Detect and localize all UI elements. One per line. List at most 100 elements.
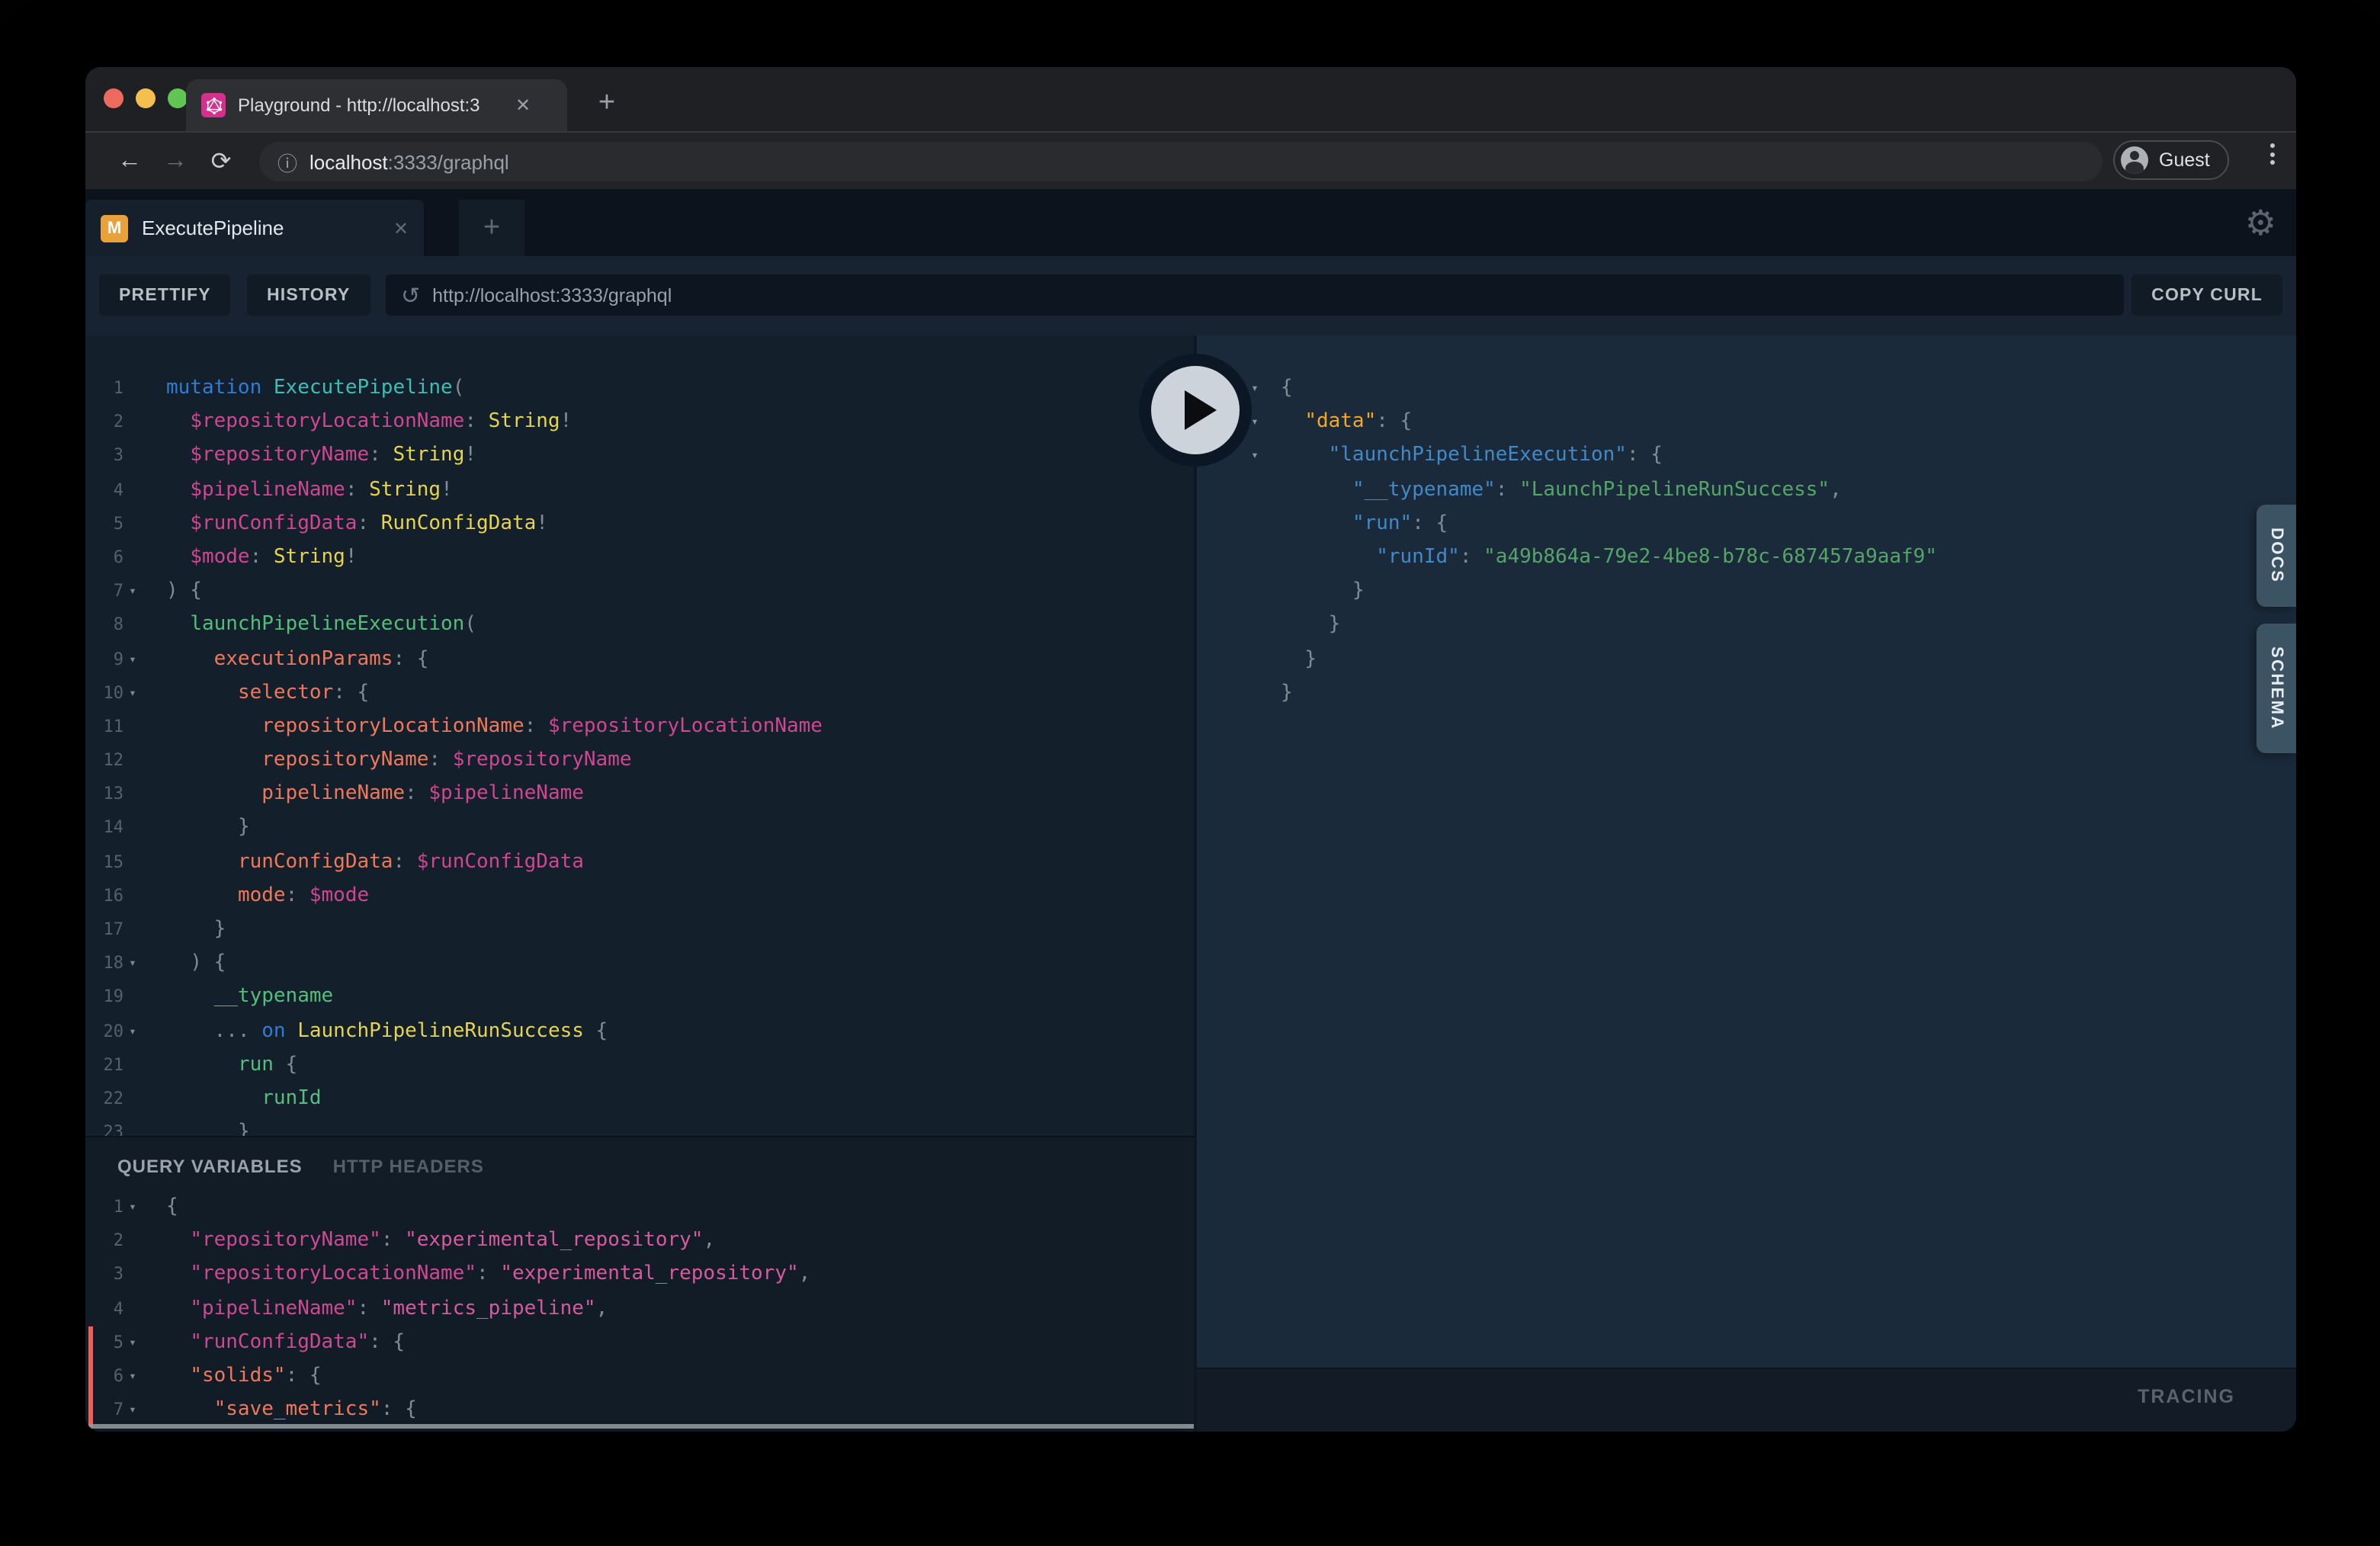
new-playground-tab-button[interactable]: +: [459, 200, 524, 256]
fold-arrow-icon[interactable]: ▾: [123, 1360, 142, 1394]
code-line[interactable]: 1▾{: [85, 1191, 1197, 1224]
code-line[interactable]: 5 $runConfigData: RunConfigData!: [85, 508, 1197, 541]
code-line[interactable]: }: [1197, 609, 2296, 643]
traffic-light-close[interactable]: [104, 88, 123, 108]
code-line[interactable]: 2 "repositoryName": "experimental_reposi…: [85, 1224, 1197, 1258]
code-line[interactable]: ▾{: [1197, 372, 2296, 406]
traffic-light-minimize[interactable]: [136, 88, 156, 108]
code-line[interactable]: 22 runId: [85, 1083, 1197, 1116]
browser-tab-playground[interactable]: Playground - http://localhost:3 ✕: [186, 79, 567, 131]
code-text: "solids": {: [166, 1360, 322, 1394]
code-text: $pipelineName: String!: [166, 473, 453, 507]
fold-arrow-icon[interactable]: ▾: [123, 1326, 142, 1360]
horizontal-scrollbar[interactable]: [88, 1424, 1226, 1429]
code-text: }: [1281, 676, 1293, 710]
back-icon[interactable]: ←: [107, 147, 152, 175]
code-line[interactable]: 9▾ executionParams: {: [85, 643, 1197, 676]
code-line[interactable]: "runId": "a49b864a-79e2-4be8-b78c-687457…: [1197, 541, 2296, 575]
line-number: 8: [93, 609, 123, 643]
code-line[interactable]: 3 "repositoryLocationName": "experimenta…: [85, 1259, 1197, 1292]
code-line[interactable]: 20▾ ... on LaunchPipelineRunSuccess {: [85, 1015, 1197, 1048]
code-line[interactable]: 18▾ ) {: [85, 947, 1197, 980]
execute-query-button[interactable]: [1139, 354, 1252, 467]
code-line[interactable]: 15 runConfigData: $runConfigData: [85, 845, 1197, 879]
code-line[interactable]: 7▾) {: [85, 575, 1197, 608]
browser-tab-close-icon[interactable]: ✕: [515, 95, 531, 116]
code-line[interactable]: }: [1197, 643, 2296, 676]
code-line[interactable]: "run": {: [1197, 508, 2296, 541]
tab-close-icon[interactable]: ✕: [393, 217, 409, 239]
settings-gear-icon[interactable]: ⚙: [2245, 203, 2276, 242]
query-editor[interactable]: 1mutation ExecutePipeline(2 $repositoryL…: [85, 335, 1197, 1136]
tab-execute-pipeline[interactable]: M ExecutePipeline ✕: [85, 200, 424, 256]
code-line[interactable]: 17 }: [85, 913, 1197, 947]
copy-curl-button[interactable]: COPY CURL: [2131, 274, 2282, 316]
address-bar[interactable]: ⓘ localhost:3333/graphql: [259, 142, 2103, 181]
code-text: pipelineName: $pipelineName: [166, 778, 584, 812]
tracing-label[interactable]: TRACING: [2138, 1386, 2235, 1407]
code-line[interactable]: 13 pipelineName: $pipelineName: [85, 778, 1197, 812]
code-line[interactable]: 4 "pipelineName": "metrics_pipeline",: [85, 1292, 1197, 1326]
fold-spacer: [1246, 643, 1264, 676]
code-line[interactable]: 3 $repositoryName: String!: [85, 440, 1197, 473]
code-line[interactable]: 10▾ selector: {: [85, 676, 1197, 710]
reset-endpoint-icon[interactable]: ↺: [401, 281, 420, 309]
line-number: 14: [93, 812, 123, 845]
code-line[interactable]: 6 $mode: String!: [85, 541, 1197, 575]
code-line[interactable]: "__typename": "LaunchPipelineRunSuccess"…: [1197, 473, 2296, 507]
code-line[interactable]: 1mutation ExecutePipeline(: [85, 372, 1197, 406]
fold-arrow-icon[interactable]: ▾: [123, 575, 142, 608]
profile-button[interactable]: Guest: [2113, 140, 2230, 180]
code-line[interactable]: 7▾ "save_metrics": {: [85, 1394, 1197, 1427]
code-line[interactable]: 21 run {: [85, 1049, 1197, 1083]
endpoint-url: http://localhost:3333/graphql: [432, 284, 672, 306]
fold-spacer: [123, 1116, 142, 1136]
code-line[interactable]: ▾ "data": {: [1197, 406, 2296, 439]
code-line[interactable]: }: [1197, 676, 2296, 710]
code-text: "launchPipelineExecution": {: [1281, 440, 1663, 473]
schema-side-tab[interactable]: SCHEMA: [2257, 624, 2296, 753]
line-number: 16: [93, 880, 123, 913]
response-viewer[interactable]: ▾{▾ "data": {▾ "launchPipelineExecution"…: [1197, 335, 2296, 1368]
fold-arrow-icon[interactable]: ▾: [123, 1191, 142, 1224]
code-line[interactable]: 12 repositoryName: $repositoryName: [85, 744, 1197, 778]
code-line[interactable]: 19 __typename: [85, 981, 1197, 1015]
code-text: }: [166, 1116, 250, 1136]
code-line[interactable]: 5▾ "runConfigData": {: [85, 1326, 1197, 1360]
browser-new-tab-button[interactable]: +: [585, 82, 628, 125]
fold-spacer: [123, 541, 142, 575]
prettify-button[interactable]: PRETTIFY: [99, 274, 231, 316]
browser-menu-icon[interactable]: [2257, 143, 2287, 165]
code-line[interactable]: 11 repositoryLocationName: $repositoryLo…: [85, 710, 1197, 744]
code-line[interactable]: 6▾ "solids": {: [85, 1360, 1197, 1394]
tab-query-variables[interactable]: QUERY VARIABLES: [117, 1156, 303, 1177]
fold-arrow-icon[interactable]: ▾: [123, 676, 142, 710]
code-line[interactable]: }: [1197, 575, 2296, 608]
code-text: "run": {: [1281, 508, 1448, 541]
line-number: 21: [93, 1049, 123, 1083]
reload-icon[interactable]: ⟳: [198, 146, 244, 176]
fold-arrow-icon[interactable]: ▾: [1246, 440, 1264, 473]
code-line[interactable]: 4 $pipelineName: String!: [85, 473, 1197, 507]
fold-spacer: [123, 845, 142, 879]
code-line[interactable]: 16 mode: $mode: [85, 880, 1197, 913]
fold-spacer: [123, 812, 142, 845]
fold-arrow-icon[interactable]: ▾: [123, 643, 142, 676]
code-line[interactable]: 2 $repositoryLocationName: String!: [85, 406, 1197, 439]
code-line[interactable]: 23 }: [85, 1116, 1197, 1136]
history-button[interactable]: HISTORY: [247, 274, 370, 316]
tab-http-headers[interactable]: HTTP HEADERS: [333, 1156, 484, 1177]
fold-arrow-icon[interactable]: ▾: [123, 1394, 142, 1427]
fold-arrow-icon[interactable]: ▾: [123, 947, 142, 980]
code-line[interactable]: 8 launchPipelineExecution(: [85, 609, 1197, 643]
endpoint-input[interactable]: ↺ http://localhost:3333/graphql: [386, 274, 2124, 316]
traffic-light-zoom[interactable]: [168, 88, 188, 108]
docs-side-tab[interactable]: DOCS: [2257, 505, 2296, 607]
site-info-icon[interactable]: ⓘ: [277, 147, 297, 176]
code-line[interactable]: 14 }: [85, 812, 1197, 845]
variables-editor[interactable]: 1▾{2 "repositoryName": "experimental_rep…: [85, 1191, 1197, 1428]
fold-arrow-icon[interactable]: ▾: [123, 1015, 142, 1048]
code-line[interactable]: ▾ "launchPipelineExecution": {: [1197, 440, 2296, 473]
forward-icon[interactable]: →: [152, 147, 198, 175]
fold-spacer: [123, 1259, 142, 1292]
